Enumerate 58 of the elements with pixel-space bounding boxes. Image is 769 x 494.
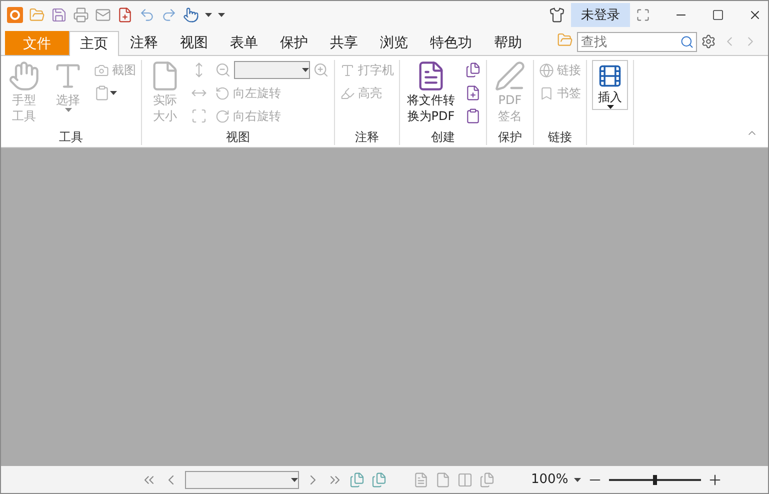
undo-icon[interactable] <box>139 6 155 22</box>
ribbon-button[interactable]: 将文件转 换为PDF <box>405 60 457 124</box>
fullscreen-icon[interactable] <box>636 8 650 22</box>
typewriter-icon <box>340 62 355 78</box>
highlight-icon <box>340 86 355 100</box>
caret-icon <box>302 68 309 72</box>
camera-icon <box>94 62 109 78</box>
group-label: 视图 <box>225 129 251 145</box>
group-label: 工具 <box>58 129 84 145</box>
menu-tab[interactable]: 注释 <box>119 30 169 55</box>
clipboard-icon[interactable] <box>465 108 481 124</box>
open-icon[interactable] <box>29 6 45 22</box>
single-page-icon[interactable] <box>413 472 429 488</box>
page-field[interactable] <box>185 470 299 488</box>
new-file-icon[interactable] <box>465 85 481 101</box>
menu-tab[interactable]: 浏览 <box>369 30 419 55</box>
group-label: 链接 <box>547 129 573 145</box>
hand-icon[interactable] <box>183 6 199 22</box>
previous-view-icon[interactable] <box>349 472 365 488</box>
bookmark-icon <box>539 86 554 100</box>
convert-icon[interactable] <box>465 62 481 78</box>
menu-tab[interactable]: 特色功 <box>419 30 483 55</box>
pen-icon <box>494 60 526 92</box>
rotate-right-icon <box>215 108 230 124</box>
menu-tab[interactable]: 主页 <box>69 31 119 56</box>
caret-icon <box>291 478 298 482</box>
rotate-left-icon <box>215 86 230 100</box>
redo-icon[interactable] <box>161 6 177 22</box>
new-file-icon[interactable] <box>117 6 133 22</box>
settings-icon[interactable] <box>701 34 716 49</box>
globe-icon <box>539 62 554 78</box>
print-icon[interactable] <box>73 6 89 22</box>
search-icon[interactable] <box>680 35 694 49</box>
cover-icon[interactable] <box>479 472 495 488</box>
menu-tab[interactable]: 帮助 <box>483 30 533 55</box>
folder-search-icon[interactable] <box>557 32 573 48</box>
film-icon <box>597 63 623 89</box>
menu-tab[interactable]: 共享 <box>319 30 369 55</box>
caret-icon <box>574 478 582 482</box>
facing-icon[interactable] <box>457 472 473 488</box>
insert-button[interactable]: 插入 <box>592 60 628 110</box>
hand-icon <box>8 60 40 92</box>
next-view-icon[interactable] <box>371 472 387 488</box>
app-logo <box>7 6 23 22</box>
continuous-icon[interactable] <box>435 472 451 488</box>
group-label: 保护 <box>497 129 523 145</box>
zoom-slider-thumb[interactable] <box>653 474 658 484</box>
group-label: 创建 <box>430 129 456 145</box>
account-button[interactable]: 未登录 <box>571 2 630 26</box>
maximize-icon[interactable] <box>712 8 724 20</box>
zoom-level[interactable]: 100% <box>531 472 568 487</box>
email-icon[interactable] <box>95 6 111 22</box>
menu-tab[interactable]: 视图 <box>169 30 219 55</box>
save-icon[interactable] <box>51 6 67 22</box>
menu-tab[interactable]: 保护 <box>269 30 319 55</box>
group-label: 注释 <box>354 129 380 145</box>
search-field[interactable]: 查找 <box>577 32 697 52</box>
menu-tab[interactable]: 表单 <box>219 30 269 55</box>
